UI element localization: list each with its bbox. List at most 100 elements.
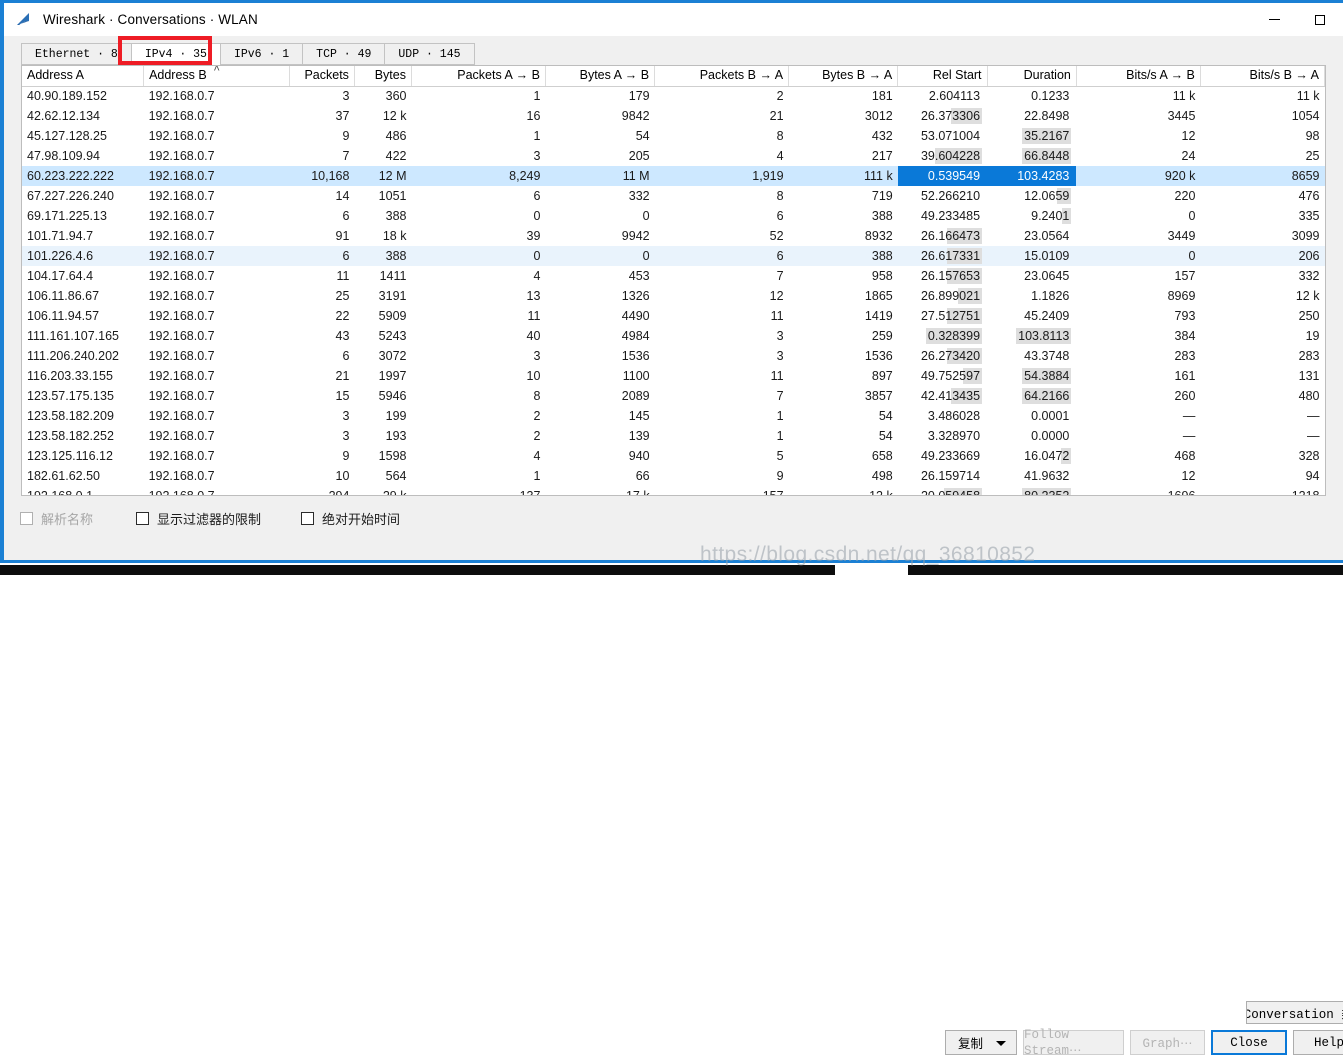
table-row[interactable]: 182.61.62.50 192.168.0.7 10 564 1 66 9 498 26.15…	[22, 466, 1325, 486]
cell-bits-ba: —	[1307, 409, 1320, 423]
table-row[interactable]: 45.127.128.25 192.168.0.7 9 486 1 54 8 432 53.07…	[22, 126, 1325, 146]
column-header-bits-s-b-a[interactable]: Bits/s B → A	[1200, 66, 1325, 87]
cell-addr-a: 45.127.128.25	[27, 129, 107, 143]
checkbox-box[interactable]	[301, 512, 314, 525]
cell-bits-ab: 24	[1181, 149, 1196, 163]
cell-bytes-ba: 958	[871, 269, 893, 283]
cell-addr-a: 104.17.64.4	[27, 269, 94, 283]
checkbox-limit-to-display-filter[interactable]: 显示过滤器的限制	[136, 509, 261, 528]
cell-bytes-ba: 388	[871, 209, 893, 223]
cell-value: 15.0109	[1024, 249, 1070, 263]
table-row[interactable]: 116.203.33.155 192.168.0.7 21 1997 10 1100 11 8…	[22, 366, 1325, 386]
follow-stream-button[interactable]: Follow Stream⋯	[1023, 1028, 1124, 1058]
cell-duration: 45.2409	[987, 306, 1076, 326]
table-row[interactable]: 123.57.175.135 192.168.0.7 15 5946 8 2089 7 385…	[22, 386, 1325, 406]
table-row[interactable]: 47.98.109.94 192.168.0.7 7 422 3 205 4 217 39.60…	[22, 146, 1325, 166]
checkbox-box[interactable]	[136, 512, 149, 525]
cell-value: 49.752597	[920, 369, 981, 383]
column-header-label: Rel Start	[932, 68, 982, 83]
table-row[interactable]: 60.223.222.222 192.168.0.7 10,168 12 M 8,249…	[22, 166, 1325, 186]
cell-pkt-ab: 1	[533, 469, 541, 483]
protocol-tab-bar: Ethernet · 8 IPv4 · 35 IPv6 · 1 TCP · 49 UDP…	[21, 43, 475, 65]
value-bar-cell: 35.2167	[1022, 128, 1072, 144]
table-row[interactable]: 42.62.12.134 192.168.0.7 37 12 k 16 9842 21 301…	[22, 106, 1325, 126]
cell-bytes: 5946	[378, 389, 407, 403]
cell-bits-ab: 8969	[1167, 289, 1196, 303]
checkbox-name-resolution[interactable]: 解析名称	[20, 509, 93, 528]
cell-bits-ab: 220	[1174, 189, 1196, 203]
conversation-type-button[interactable]: Conversation 类型	[1246, 1001, 1343, 1024]
cell-value: 64.2166	[1024, 389, 1070, 403]
table-row[interactable]: 101.226.4.6 192.168.0.7 6 388 0 0 6 388 26.61733…	[22, 246, 1325, 266]
cell-addr-a: 123.57.175.135	[27, 389, 114, 403]
cell-pkt-ab: 10	[526, 369, 541, 383]
column-header-address-a[interactable]: Address A	[22, 66, 145, 87]
chevron-down-icon	[996, 1040, 1006, 1046]
column-header-bits-s-a-b[interactable]: Bits/s A → B	[1076, 66, 1201, 87]
cell-bytes-ab: 9942	[621, 229, 650, 243]
copy-button[interactable]: 复制	[945, 1030, 1017, 1055]
table-row[interactable]: 106.11.94.57 192.168.0.7 22 5909 11 4490 11 141…	[22, 306, 1325, 326]
help-button[interactable]: Help	[1293, 1030, 1343, 1055]
column-header-duration[interactable]: Duration	[987, 66, 1077, 87]
table-row[interactable]: 123.58.182.209 192.168.0.7 3 199 2 145 1 54 3.48…	[22, 406, 1325, 426]
table-row[interactable]: 123.125.116.12 192.168.0.7 9 1598 4 940 5 658 49…	[22, 446, 1325, 466]
table-row[interactable]: 111.206.240.202 192.168.0.7 6 3072 3 1536 3 153…	[22, 346, 1325, 366]
cell-addr-a: 123.58.182.209	[27, 409, 114, 423]
cell-rel-start: 0.539549	[897, 166, 988, 186]
cell-pkt-ab: 1	[533, 89, 541, 104]
maximize-button[interactable]	[1297, 3, 1343, 36]
cell-bytes-ab: 2089	[621, 389, 650, 403]
table-row[interactable]: 67.227.226.240 192.168.0.7 14 1051 6 332 8 719 5…	[22, 186, 1325, 206]
value-bar-cell: 0.539549	[926, 168, 982, 184]
column-header-label: Packets	[304, 68, 349, 83]
tab-ipv4[interactable]: IPv4 · 35	[130, 43, 220, 65]
column-header-rel-start[interactable]: Rel Start	[897, 66, 988, 87]
column-header-label: Bytes A → B	[579, 68, 650, 83]
column-header-bytes[interactable]: Bytes	[354, 66, 412, 87]
cell-addr-b: 192.168.0.7	[148, 389, 215, 403]
table-row[interactable]: 192.168.0.1 192.168.0.7 294 29 k 137 17 k 157 1…	[22, 486, 1325, 496]
tab-tcp[interactable]: TCP · 49	[302, 43, 385, 65]
cell-packets: 37	[335, 109, 350, 123]
graph-button[interactable]: Graph⋯	[1130, 1030, 1205, 1055]
cell-bytes-ba: 3012	[864, 109, 893, 123]
table-row[interactable]: 40.90.189.152 192.168.0.7 3 360 1 179 2 181 2.60…	[22, 86, 1325, 106]
tab-udp[interactable]: UDP · 145	[384, 43, 475, 65]
cell-bits-ab: 793	[1174, 309, 1196, 323]
cell-value: 49.233669	[920, 449, 981, 463]
table-row[interactable]: 111.161.107.165 192.168.0.7 43 5243 40 4984 3 2…	[22, 326, 1325, 346]
cell-addr-b: 192.168.0.7	[148, 209, 215, 223]
value-bar-cell: 26.157653	[919, 268, 983, 284]
column-header-packets[interactable]: Packets	[289, 66, 355, 87]
cell-packets: 43	[335, 329, 350, 343]
table-row[interactable]: 104.17.64.4 192.168.0.7 11 1411 4 453 7 958 26.1…	[22, 266, 1325, 286]
cell-duration: 35.2167	[987, 126, 1076, 146]
column-header-label: Address A	[27, 68, 84, 83]
table-row[interactable]: 101.71.94.7 192.168.0.7 91 18 k 39 9942 52 8932…	[22, 226, 1325, 246]
table-row[interactable]: 106.11.86.67 192.168.0.7 25 3191 13 1326 12 186…	[22, 286, 1325, 306]
minimize-button[interactable]	[1251, 3, 1297, 36]
tab-ethernet[interactable]: Ethernet · 8	[21, 43, 131, 65]
cell-value: 80.2352	[1024, 489, 1070, 496]
tab-ipv6[interactable]: IPv6 · 1	[219, 43, 303, 65]
cell-pkt-ab: 39	[526, 229, 541, 243]
conversations-table-container[interactable]: Address A Address B ˄ Packets Bytes Packets A…	[21, 65, 1326, 496]
cell-value: 22.8498	[1024, 109, 1070, 123]
column-header-packets-b-a[interactable]: Packets B → A	[654, 66, 790, 87]
value-bar-cell: 0.0000	[1029, 428, 1071, 444]
cell-value: 0.1233	[1031, 89, 1070, 104]
column-header-bytes-a-b[interactable]: Bytes A → B	[545, 66, 656, 87]
table-row[interactable]: 69.171.225.13 192.168.0.7 6 388 0 0 6 388 49.233…	[22, 206, 1325, 226]
table-row[interactable]: 123.58.182.252 192.168.0.7 3 193 2 139 1 54 3.32…	[22, 426, 1325, 446]
checkbox-box[interactable]	[20, 512, 33, 525]
cell-bytes-ba: 54	[878, 409, 893, 423]
checkbox-absolute-start-time[interactable]: 绝对开始时间	[301, 509, 400, 528]
column-header-bytes-b-a[interactable]: Bytes B → A	[788, 66, 899, 87]
cell-addr-b: 192.168.0.7	[148, 409, 215, 423]
close-button[interactable]: Close	[1211, 1030, 1287, 1055]
column-header-address-b[interactable]: Address B ˄	[143, 66, 291, 87]
cell-packets: 6	[342, 349, 350, 363]
cell-value: 26.166473	[920, 229, 981, 243]
column-header-packets-a-b[interactable]: Packets A → B	[411, 66, 546, 87]
